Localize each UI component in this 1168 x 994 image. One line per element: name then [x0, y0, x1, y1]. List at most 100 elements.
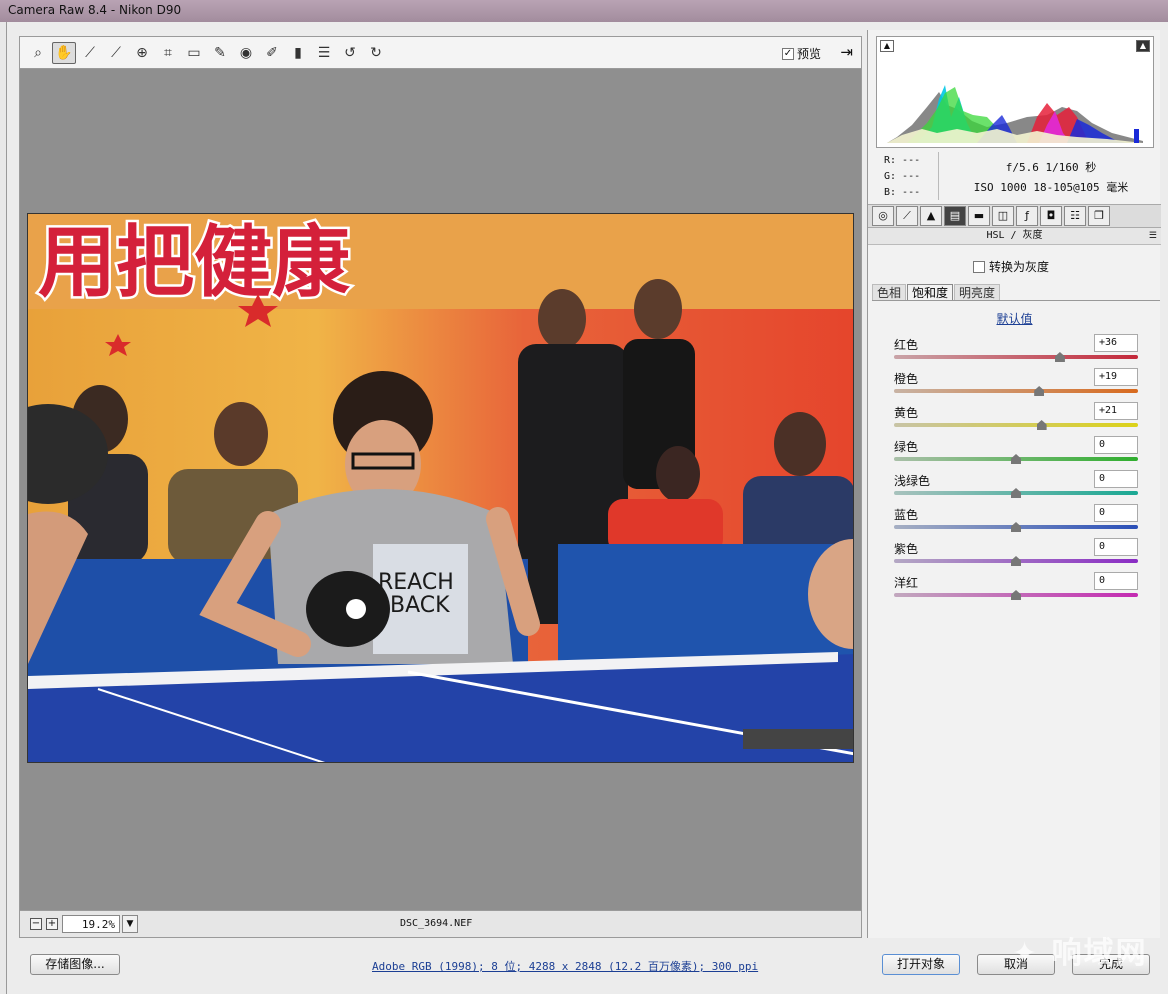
panel-tab-bar: ◎ ⟋ ▲ ▤ ▬ ◫ ƒ ◘ ☷ ❐ — [868, 204, 1161, 228]
histogram: ▲ ▲ — [876, 36, 1154, 148]
tab-luminance[interactable]: 明亮度 — [954, 284, 1001, 300]
default-link[interactable]: 默认值 — [868, 310, 1161, 327]
slider-label: 黄色 — [894, 406, 919, 420]
slider-value-field[interactable]: +36 — [1094, 334, 1138, 352]
saturation-slider-6[interactable]: 紫色 0 — [892, 538, 1138, 572]
window-title: Camera Raw 8.4 - Nikon D90 — [8, 3, 182, 17]
effects-tab-icon[interactable]: ƒ — [1016, 206, 1038, 226]
saturation-slider-0[interactable]: 红色 +36 — [892, 334, 1138, 368]
hand-tool-icon[interactable]: ✋ — [52, 41, 76, 64]
highlight-clipping-icon[interactable]: ▲ — [1136, 40, 1150, 52]
saturation-slider-5[interactable]: 蓝色 0 — [892, 504, 1138, 538]
convert-grayscale-label: 转换为灰度 — [989, 260, 1050, 274]
g-readout: G: --- — [884, 171, 921, 182]
tone-curve-tab-icon[interactable]: ⟋ — [896, 206, 918, 226]
slider-label: 橙色 — [894, 372, 919, 386]
histogram-graph — [887, 51, 1143, 143]
zoom-in-button[interactable]: + — [46, 918, 58, 930]
zoom-level-field[interactable]: 19.2% — [62, 915, 120, 933]
slider-value-field[interactable]: 0 — [1094, 572, 1138, 590]
tool-bar: ⌕ ✋ ⟋ ⟋ ⊕ ⌗ ▭ ✎ ◉ ✐ ▮ ☰ ↺ ↻ ✓ 预览 ⇥ — [19, 36, 862, 69]
fullscreen-toggle-icon[interactable]: ⇥ — [840, 43, 853, 61]
crop-tool-icon[interactable]: ⌗ — [156, 42, 180, 64]
hsl-tab-icon[interactable]: ▤ — [944, 206, 966, 226]
basic-tab-icon[interactable]: ◎ — [872, 206, 894, 226]
slider-value-field[interactable]: 0 — [1094, 538, 1138, 556]
slider-thumb[interactable] — [1011, 522, 1021, 532]
slider-value-field[interactable]: +19 — [1094, 368, 1138, 386]
hsl-subtabs: 色相 饱和度 明亮度 — [872, 284, 1160, 301]
shirt-text-2: BACK — [390, 593, 450, 618]
preview-label: 预览 — [796, 47, 821, 61]
r-readout: R: --- — [884, 155, 921, 166]
color-sampler-tool-icon[interactable]: ⟋ — [104, 42, 128, 64]
slider-track[interactable] — [894, 355, 1138, 359]
chevron-down-icon[interactable]: ▼ — [122, 915, 138, 933]
presets-tab-icon[interactable]: ☷ — [1064, 206, 1086, 226]
convert-grayscale-option[interactable]: 转换为灰度 — [973, 258, 1049, 275]
shadow-clipping-icon[interactable]: ▲ — [880, 40, 894, 52]
workflow-options-link[interactable]: Adobe RGB (1998); 8 位; 4288 x 2848 (12.2… — [372, 958, 758, 974]
slider-label: 浅绿色 — [894, 474, 931, 488]
straighten-tool-icon[interactable]: ▭ — [182, 42, 206, 64]
readout-divider — [938, 152, 939, 200]
slider-value-field[interactable]: 0 — [1094, 504, 1138, 522]
slider-thumb[interactable] — [1011, 556, 1021, 566]
rotate-right-icon[interactable]: ↻ — [364, 42, 388, 64]
slider-value-field[interactable]: +21 — [1094, 402, 1138, 420]
adjustment-brush-icon[interactable]: ✐ — [260, 42, 284, 64]
slider-label: 紫色 — [894, 542, 919, 556]
rgb-readout: R: --- G: --- B: --- — [884, 153, 920, 201]
slider-thumb[interactable] — [1034, 386, 1045, 396]
spot-removal-tool-icon[interactable]: ✎ — [208, 42, 232, 64]
preview-checkbox[interactable]: ✓ — [781, 47, 794, 60]
adjustment-panel: ▲ ▲ R: --- G: --- B: --- f/5.6 1/160 秒 I… — [867, 30, 1161, 938]
slider-thumb[interactable] — [1054, 352, 1065, 362]
slider-thumb[interactable] — [1011, 488, 1021, 498]
convert-grayscale-checkbox[interactable] — [973, 260, 985, 273]
file-name: DSC_3694.NEF — [400, 918, 473, 929]
slider-track[interactable] — [894, 423, 1138, 427]
camera-calibration-tab-icon[interactable]: ◘ — [1040, 206, 1062, 226]
white-balance-tool-icon[interactable]: ⟋ — [78, 42, 102, 64]
saturation-slider-7[interactable]: 洋红 0 — [892, 572, 1138, 606]
tab-saturation[interactable]: 饱和度 — [907, 284, 954, 300]
saturation-slider-4[interactable]: 浅绿色 0 — [892, 470, 1138, 504]
preview-toggle[interactable]: ✓ 预览 — [781, 45, 821, 62]
slider-label: 绿色 — [894, 440, 919, 454]
graduated-filter-icon[interactable]: ▮ — [286, 42, 310, 64]
slider-thumb[interactable] — [1036, 420, 1047, 430]
shirt-text-1: REACH — [378, 570, 454, 595]
photo-preview[interactable]: 用把健康 REACH BACK — [27, 213, 854, 763]
lens-corrections-tab-icon[interactable]: ◫ — [992, 206, 1014, 226]
tab-hue[interactable]: 色相 — [872, 284, 907, 300]
snapshots-tab-icon[interactable]: ❐ — [1088, 206, 1110, 226]
zoom-tool-icon[interactable]: ⌕ — [26, 42, 50, 64]
red-eye-tool-icon[interactable]: ◉ — [234, 42, 258, 64]
split-toning-tab-icon[interactable]: ▬ — [968, 206, 990, 226]
window-title-bar: Camera Raw 8.4 - Nikon D90 — [0, 0, 1168, 22]
slider-value-field[interactable]: 0 — [1094, 436, 1138, 454]
slider-track[interactable] — [894, 389, 1138, 393]
exposure-info: f/5.6 1/160 秒 — [1005, 161, 1097, 174]
zoom-out-button[interactable]: − — [30, 918, 42, 930]
saturation-slider-3[interactable]: 绿色 0 — [892, 436, 1138, 470]
open-object-button[interactable]: 打开对象 — [882, 954, 960, 975]
iso-lens-info: ISO 1000 18-105@105 毫米 — [973, 181, 1129, 194]
targeted-adjustment-tool-icon[interactable]: ⊕ — [130, 42, 154, 64]
panel-menu-icon[interactable]: ☰ — [1149, 228, 1157, 244]
save-image-button[interactable]: 存储图像... — [30, 954, 120, 975]
preferences-icon[interactable]: ☰ — [312, 42, 336, 64]
slider-thumb[interactable] — [1011, 454, 1021, 464]
panel-header: HSL / 灰度 ☰ — [868, 228, 1161, 245]
watermark-logo: ✦ 响域网 — [1012, 936, 1148, 971]
rotate-left-icon[interactable]: ↺ — [338, 42, 362, 64]
detail-tab-icon[interactable]: ▲ — [920, 206, 942, 226]
slider-thumb[interactable] — [1011, 590, 1021, 600]
saturation-slider-1[interactable]: 橙色 +19 — [892, 368, 1138, 402]
panel-title: HSL / 灰度 — [986, 230, 1043, 241]
slider-value-field[interactable]: 0 — [1094, 470, 1138, 488]
slider-label: 红色 — [894, 338, 919, 352]
exif-info: f/5.6 1/160 秒 ISO 1000 18-105@105 毫米 — [956, 158, 1146, 198]
saturation-slider-2[interactable]: 黄色 +21 — [892, 402, 1138, 436]
